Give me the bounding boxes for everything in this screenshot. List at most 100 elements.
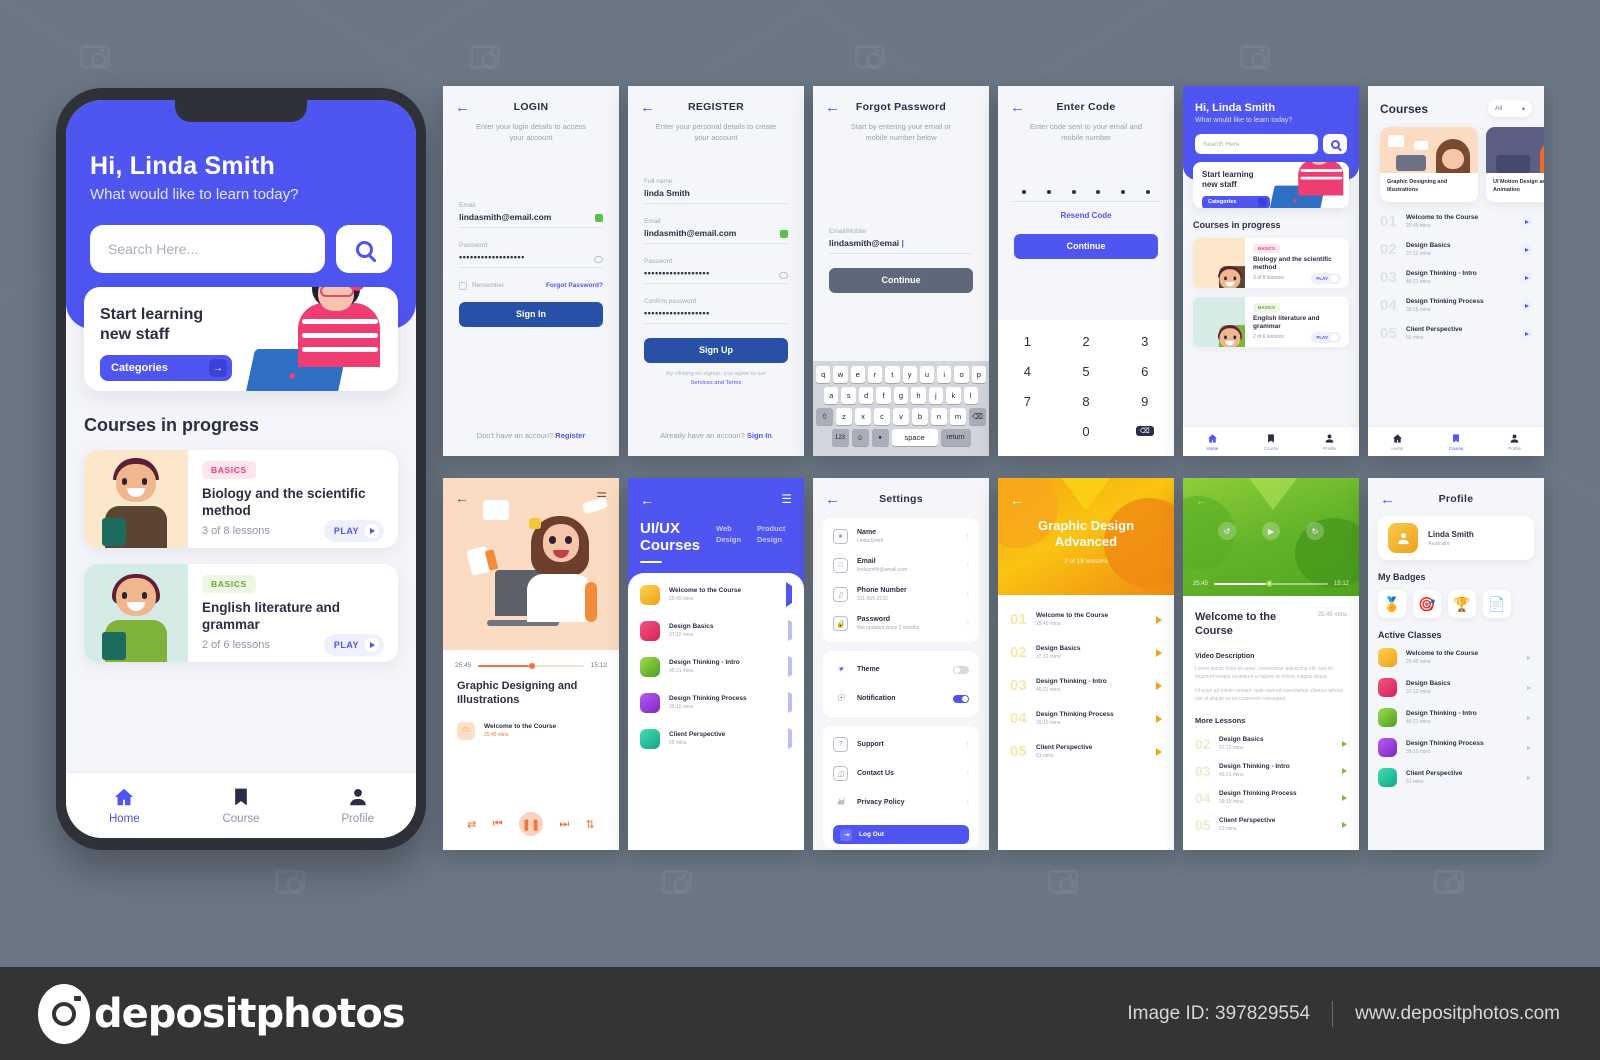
class-row[interactable]: Design Basics 37:12 mins xyxy=(1368,678,1544,697)
key-d[interactable]: d xyxy=(858,387,874,404)
play-icon[interactable] xyxy=(1523,682,1534,693)
play-icon[interactable] xyxy=(1521,300,1532,312)
resend-code-link[interactable]: Resend Code xyxy=(998,211,1174,220)
play-icon[interactable] xyxy=(1523,742,1534,753)
course-card[interactable]: BASICS English literature and grammar 2 … xyxy=(84,564,398,662)
setting-privacy[interactable]: ☠ Privacy Policy › xyxy=(823,788,979,817)
microphone-icon[interactable]: ● xyxy=(871,429,889,446)
key-l[interactable]: l xyxy=(963,387,978,404)
forgot-email-field[interactable]: Email/Mobile lindasmith@emai | xyxy=(829,228,973,254)
key-g[interactable]: g xyxy=(893,387,909,404)
search-input[interactable]: Search Here... xyxy=(90,225,325,273)
course-card[interactable]: BASICS Biology and the scientific method… xyxy=(84,450,398,548)
nav-item-home[interactable]: Home xyxy=(1368,433,1427,451)
code-digit[interactable] xyxy=(1135,189,1161,202)
play-button[interactable]: PLAY xyxy=(1311,272,1341,284)
play-icon[interactable] xyxy=(1156,747,1162,756)
code-digit[interactable] xyxy=(1110,189,1136,202)
lesson-row[interactable]: 03 Design Thinking - Intro 45:21 mins xyxy=(998,677,1174,694)
key-s[interactable]: s xyxy=(841,387,856,404)
back-arrow-icon[interactable]: ← xyxy=(1010,492,1024,508)
lesson-row[interactable]: 04 Design Thinking Process 39:15 mins xyxy=(1195,790,1347,806)
target-icon[interactable]: 🎯 xyxy=(1413,590,1441,618)
lesson-row[interactable]: 04 Design Thinking Process 39:15 mins xyxy=(998,710,1174,727)
play-icon[interactable] xyxy=(788,655,792,677)
setting-phone[interactable]: ▯ Phone Number 311-555-2233 › xyxy=(823,580,979,609)
play-icon[interactable]: ▶ xyxy=(1262,522,1280,540)
mini-categories-button[interactable]: Categories xyxy=(1202,195,1270,208)
numpad-key-1[interactable]: 1 xyxy=(998,326,1057,356)
current-lesson[interactable]: 01 Welcome to the Course 25:45 mins xyxy=(443,708,619,740)
previous-icon[interactable]: ⏮ xyxy=(493,818,503,831)
numpad-key-0[interactable]: 0 xyxy=(1057,416,1116,446)
play-icon[interactable] xyxy=(1342,794,1347,801)
setting-support[interactable]: ? Support › xyxy=(823,730,979,759)
mini-course-card[interactable]: BASICS Biology and the scientific method… xyxy=(1193,238,1349,288)
filter-dropdown[interactable]: All ▾ xyxy=(1488,100,1532,117)
code-digit[interactable] xyxy=(1061,189,1087,202)
shuffle-icon[interactable]: ⇄ xyxy=(467,818,476,831)
lesson-row[interactable]: 03 Design Thinking - Intro 45:21 mins xyxy=(1368,269,1544,286)
setting-notification[interactable]: ☉ Notification xyxy=(823,684,979,713)
nav-item-course[interactable]: Course xyxy=(1427,433,1486,451)
class-row[interactable]: Design Thinking Process 39:15 mins xyxy=(1368,738,1544,757)
logout-button[interactable]: ⇥ Log Out xyxy=(833,825,969,844)
numpad-key-8[interactable]: 8 xyxy=(1057,386,1116,416)
key-t[interactable]: t xyxy=(885,366,900,383)
categories-button[interactable]: Categories → xyxy=(100,355,232,381)
key-w[interactable]: w xyxy=(833,366,848,383)
featured-course-card[interactable]: Graphic Designing and Illustrations xyxy=(1380,127,1478,203)
play-icon[interactable] xyxy=(1342,767,1347,774)
play-icon[interactable] xyxy=(1521,244,1532,256)
key-e[interactable]: e xyxy=(850,366,865,383)
lesson-row[interactable]: 02 Design Basics 37:12 mins xyxy=(1368,241,1544,258)
menu-icon[interactable]: ☰ xyxy=(781,492,792,506)
numpad-key-2[interactable]: 2 xyxy=(1057,326,1116,356)
eye-icon[interactable] xyxy=(594,255,603,263)
setting-email[interactable]: □ Email lindasmith@email.com › xyxy=(823,551,979,580)
featured-course-card[interactable]: UI Motion Design and Animation xyxy=(1486,127,1544,203)
setting-name[interactable]: ● Name Linda Smith › xyxy=(823,522,979,551)
play-icon[interactable] xyxy=(1521,272,1532,284)
key-a[interactable]: a xyxy=(824,387,839,404)
play-icon[interactable] xyxy=(1523,652,1534,663)
key-z[interactable]: z xyxy=(836,408,852,425)
nav-item-profile[interactable]: Profile xyxy=(1485,433,1544,451)
play-icon[interactable] xyxy=(788,691,792,713)
lesson-row[interactable]: 03 Design Thinking - Intro 45:21 mins xyxy=(1195,763,1347,779)
lesson-row[interactable]: Client Perspective 55 mins xyxy=(628,727,804,749)
lesson-row[interactable]: Design Basics 37:12 mins xyxy=(628,619,804,641)
back-arrow-icon[interactable]: ← xyxy=(640,492,654,508)
numpad-key-4[interactable]: 4 xyxy=(998,356,1057,386)
tab-web-design[interactable]: Web Design xyxy=(716,524,741,545)
certificate-icon[interactable]: 📄 xyxy=(1483,590,1511,618)
key-y[interactable]: y xyxy=(902,366,917,383)
play-icon[interactable] xyxy=(1342,821,1347,828)
next-icon[interactable]: ⏭ xyxy=(559,818,569,831)
forgot-password-link[interactable]: Forgot Password? xyxy=(546,282,603,289)
continue-button[interactable]: Continue xyxy=(1014,233,1158,259)
eye-icon[interactable] xyxy=(779,271,788,279)
register-link[interactable]: Register xyxy=(555,431,585,440)
repeat-icon[interactable]: ⇅ xyxy=(586,818,595,831)
play-icon[interactable] xyxy=(1523,772,1534,783)
key-n[interactable]: n xyxy=(931,408,947,425)
play-button[interactable]: PLAY xyxy=(323,519,384,542)
play-icon[interactable] xyxy=(1342,740,1347,747)
progress-knob[interactable] xyxy=(1266,580,1274,587)
lesson-row[interactable]: 01 Welcome to the Course 25:45 mins xyxy=(998,611,1174,628)
mini-course-card[interactable]: BASICS English literature and grammar 2 … xyxy=(1193,297,1349,347)
key-u[interactable]: u xyxy=(919,366,935,383)
numpad-backspace-icon[interactable]: ⌫ xyxy=(1115,416,1174,446)
return-key[interactable]: return xyxy=(940,429,971,446)
key-q[interactable]: q xyxy=(816,366,831,383)
setting-password[interactable]: 🔒 Password Not updated since 2 months › xyxy=(823,609,979,638)
key-v[interactable]: v xyxy=(893,408,909,425)
code-digit[interactable] xyxy=(1012,189,1037,202)
theme-toggle[interactable] xyxy=(953,665,969,674)
play-icon[interactable] xyxy=(788,727,792,749)
key-b[interactable]: b xyxy=(912,408,928,425)
terms-link[interactable]: Services and Terms xyxy=(691,380,742,386)
video-progress-bar[interactable]: 25:45 15:12 xyxy=(443,662,619,669)
lesson-row[interactable]: 05 Client Perspective 55 mins xyxy=(1368,325,1544,342)
